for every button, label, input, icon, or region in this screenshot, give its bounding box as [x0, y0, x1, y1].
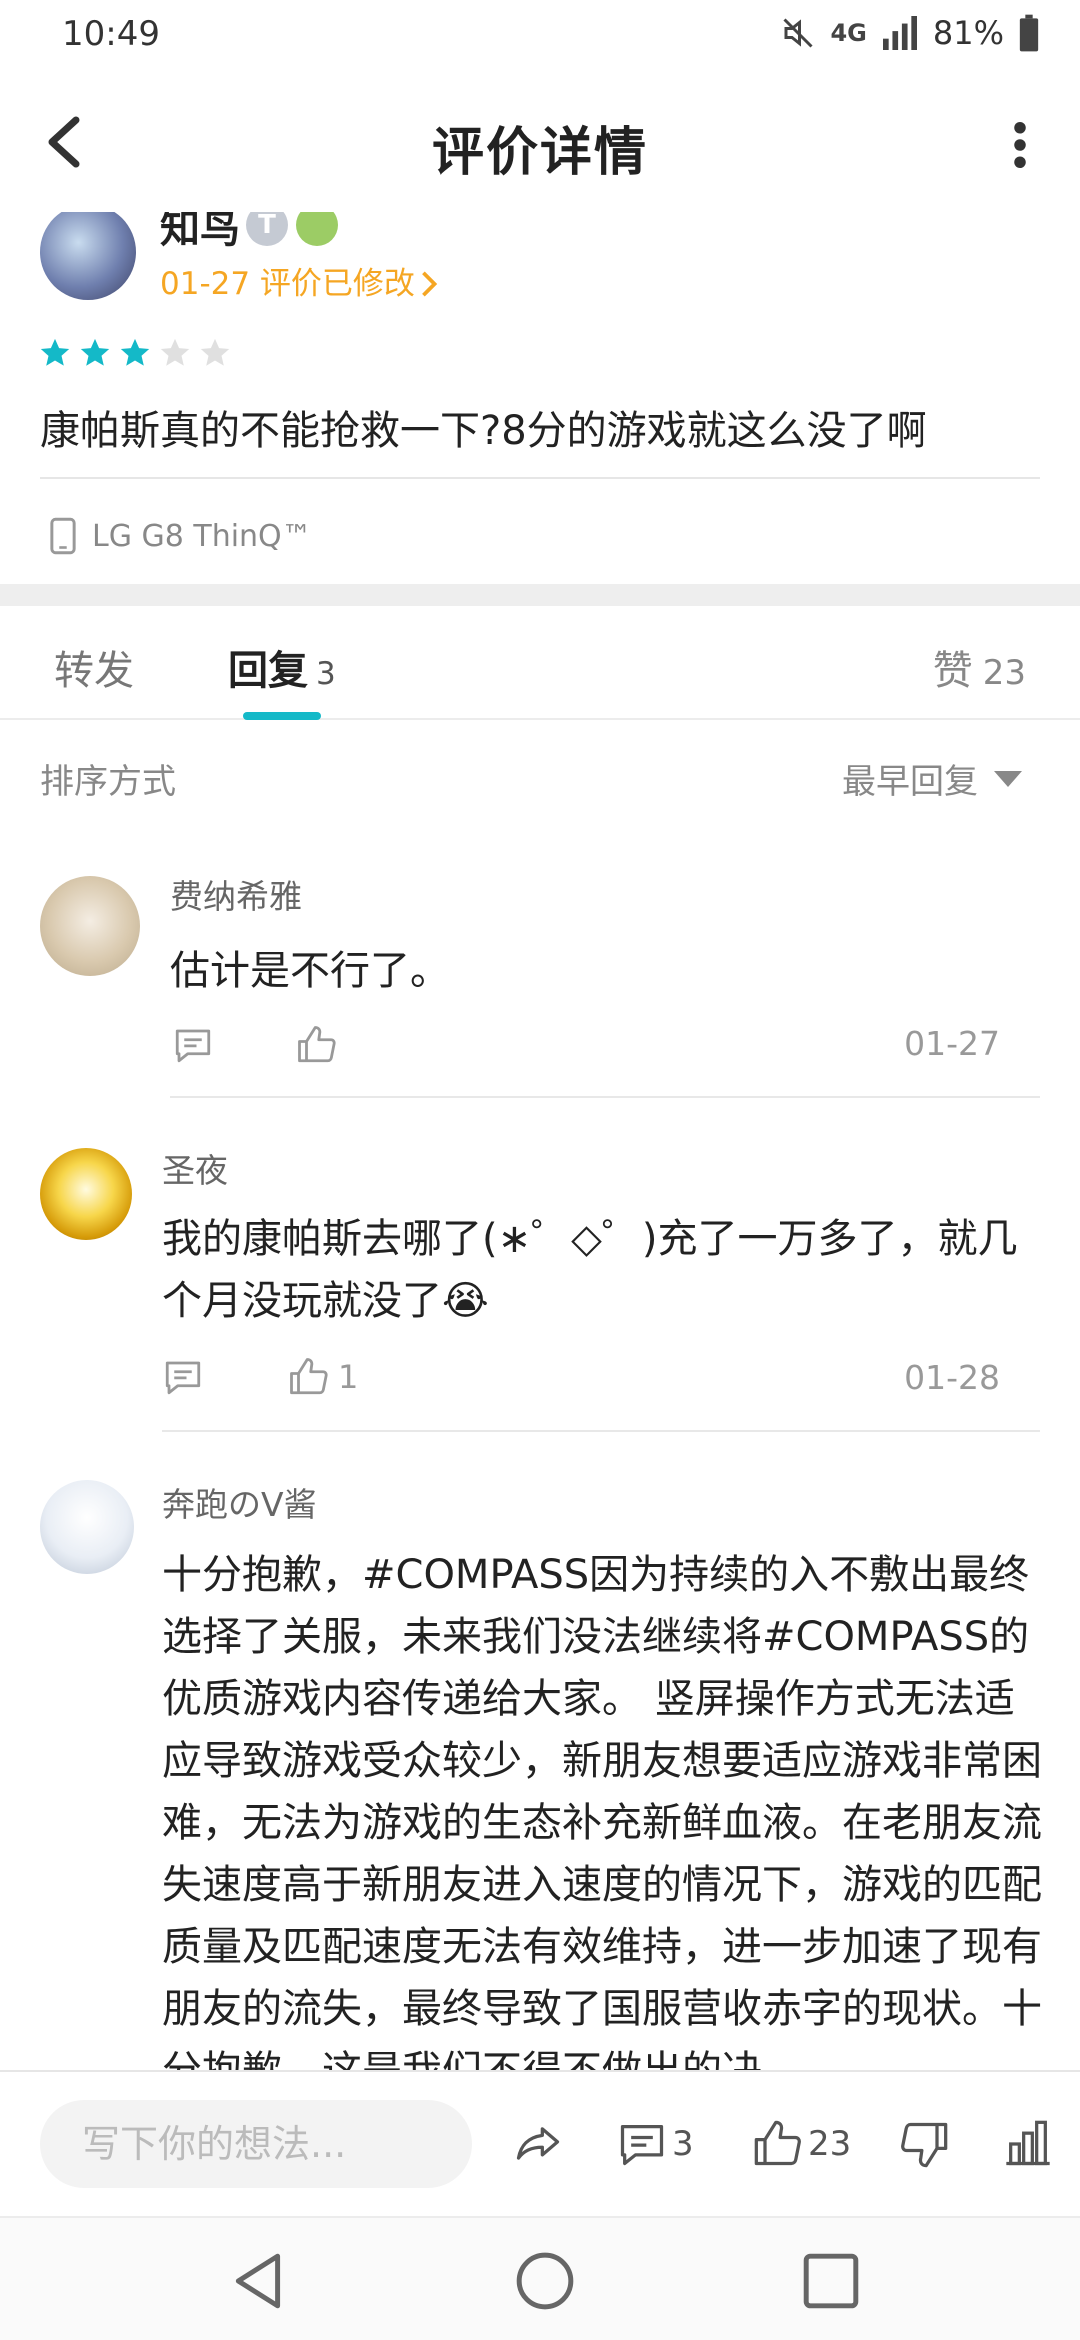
tab-likes[interactable]: 赞 23: [933, 638, 1026, 696]
reply-divider: [162, 1430, 1040, 1432]
comment-icon[interactable]: [162, 1356, 204, 1398]
tab-repost[interactable]: 转发: [54, 638, 134, 696]
tab-likes-label: 赞: [932, 648, 973, 694]
reply-item: 圣夜 我的康帕斯去哪了(∗゜◇゜)充了一万多了，就几个月没玩就没了😭 1 01-…: [0, 1102, 1080, 1436]
review-meta-text: 01-27 评价已修改: [160, 266, 415, 302]
sort-value: 最早回复: [842, 762, 978, 802]
comment-count: 3: [672, 2124, 694, 2164]
level-badge: T: [246, 212, 288, 246]
rating-stars: [38, 336, 232, 370]
share-icon: [516, 2127, 560, 2160]
status-icons: 4G 81%: [780, 14, 1040, 52]
tab-reply[interactable]: 回复 3: [228, 638, 336, 696]
star-empty-icon: [160, 338, 190, 366]
more-vert-icon[interactable]: [1012, 122, 1028, 168]
status-bar: 10:49 4G 81%: [0, 0, 1080, 72]
network-indicator: 4G: [830, 19, 867, 47]
reply-text: 十分抱歉，#COMPASS因为持续的入不敷出最终选择了关服，未来我们没法继续将#…: [162, 1552, 1042, 2070]
review-content: 康帕斯真的不能抢救一下?8分的游戏就这么没了啊: [40, 408, 927, 454]
reply-date: 01-28: [904, 1358, 1000, 1397]
reply-author[interactable]: 圣夜: [162, 1144, 228, 1192]
reply-text: 我的康帕斯去哪了(∗゜◇゜)充了一万多了，就几个月没玩就没了😭: [162, 1216, 1018, 1324]
device-info: LG G8 ThinQ™: [50, 517, 312, 555]
reply-item: 奔跑のV酱 十分抱歉，#COMPASS因为持续的入不敷出最终选择了关服，未来我们…: [0, 1436, 1080, 2070]
reply-divider: [170, 1096, 1040, 1098]
chart-icon: [1006, 2120, 1050, 2166]
reply-avatar[interactable]: [40, 1480, 134, 1574]
dislike-button[interactable]: [898, 2118, 950, 2170]
app-bar: 评价详情: [0, 72, 1080, 212]
like-button[interactable]: 23: [752, 2118, 851, 2170]
caret-down-icon: [994, 770, 1022, 787]
sort-dropdown[interactable]: 最早回复: [842, 754, 1022, 803]
bottom-action-bar: 写下你的想法... 3 23: [0, 2070, 1080, 2216]
nav-recents-icon[interactable]: [800, 2250, 862, 2312]
chevron-right-icon: [422, 271, 438, 297]
reply-text: 估计是不行了。: [170, 948, 450, 994]
divider: [40, 477, 1040, 479]
comment-button[interactable]: 3: [616, 2118, 694, 2170]
author-name[interactable]: 知鸟: [160, 212, 240, 254]
reply-actions: 1: [162, 1356, 358, 1398]
device-name: LG G8 ThinQ™: [92, 518, 312, 554]
tab-likes-count: 23: [982, 653, 1026, 693]
page-title: 评价详情: [431, 123, 648, 183]
sort-label: 排序方式: [40, 762, 176, 802]
nav-home-icon[interactable]: [514, 2250, 576, 2312]
comment-icon: [620, 2125, 664, 2166]
comment-icon[interactable]: [172, 1024, 214, 1066]
system-nav-bar: [0, 2216, 1080, 2340]
tab-reply-label: 回复: [228, 648, 308, 694]
reply-item: 费纳希雅 估计是不行了。 01-27: [0, 832, 1080, 1102]
battery-percent: 81%: [932, 14, 1004, 52]
thumb-up-icon[interactable]: [296, 1024, 338, 1066]
status-time: 10:49: [62, 14, 160, 54]
review-meta[interactable]: 01-27 评价已修改: [160, 258, 439, 303]
star-filled-icon: [80, 338, 110, 366]
tab-reply-count: 3: [316, 656, 336, 692]
battery-icon: [1019, 14, 1039, 52]
review-card: 知鸟 T 01-27 评价已修改 康帕斯真的不能抢救一下?8分的游戏就这么没了啊…: [0, 212, 1080, 584]
stats-button[interactable]: [1002, 2118, 1054, 2170]
signal-icon: [882, 16, 917, 50]
reply-author[interactable]: 奔跑のV酱: [162, 1478, 317, 1526]
reply-avatar[interactable]: [40, 1148, 132, 1240]
phone-icon: [50, 517, 76, 555]
star-filled-icon: [120, 338, 150, 366]
reply-actions: [172, 1024, 338, 1066]
thumb-up-icon[interactable]: [288, 1356, 330, 1398]
reply-author[interactable]: 费纳希雅: [170, 870, 302, 918]
reply-date: 01-27: [904, 1024, 1000, 1063]
star-filled-icon: [40, 338, 70, 366]
like-count: 23: [808, 2124, 852, 2164]
comment-input[interactable]: 写下你的想法...: [40, 2100, 472, 2188]
tab-bar: 转发 回复 3 赞 23: [0, 606, 1080, 720]
nav-back-icon[interactable]: [228, 2250, 290, 2312]
tab-indicator: [243, 712, 321, 720]
section-gap: [0, 584, 1080, 606]
sort-bar: 排序方式 最早回复: [0, 722, 1080, 832]
thumb-down-icon: [901, 2122, 948, 2168]
character-badge: [296, 212, 338, 246]
star-empty-icon: [200, 338, 230, 366]
share-button[interactable]: [512, 2118, 564, 2170]
thumb-up-icon: [754, 2120, 801, 2166]
reply-avatar[interactable]: [40, 876, 140, 976]
mute-icon: [783, 18, 814, 48]
author-avatar[interactable]: [40, 212, 136, 300]
reply-like-count: 1: [338, 1358, 359, 1396]
